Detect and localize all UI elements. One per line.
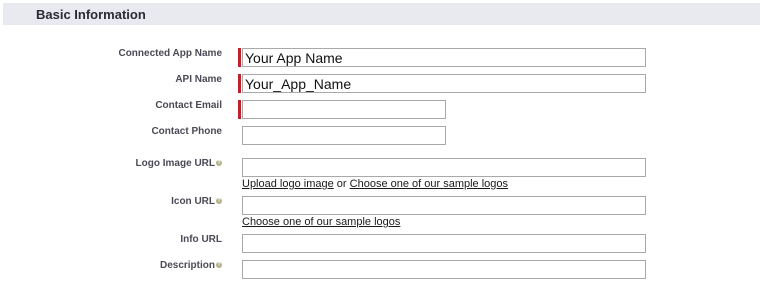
required-indicator bbox=[238, 48, 241, 67]
logo-image-url-input[interactable] bbox=[242, 158, 646, 177]
info-url-input[interactable] bbox=[242, 234, 646, 253]
choose-sample-logos-link[interactable]: Choose one of our sample logos bbox=[350, 178, 508, 190]
help-icon[interactable]: ? bbox=[216, 198, 222, 205]
description-label: Description? bbox=[160, 260, 222, 272]
contact-phone-label: Contact Phone bbox=[151, 126, 222, 138]
required-indicator bbox=[238, 74, 241, 93]
icon-url-label-text: Icon URL bbox=[171, 196, 215, 207]
icon-url-label: Icon URL? bbox=[171, 196, 222, 208]
info-url-label: Info URL bbox=[180, 234, 222, 246]
contact-phone-input[interactable] bbox=[242, 126, 446, 145]
contact-phone-label-text: Contact Phone bbox=[151, 126, 222, 137]
description-input[interactable] bbox=[242, 260, 646, 279]
upload-logo-image-link[interactable]: Upload logo image bbox=[242, 178, 334, 190]
connected-app-name-input[interactable] bbox=[242, 48, 646, 67]
logo-image-url-label: Logo Image URL? bbox=[136, 158, 222, 170]
contact-email-input[interactable] bbox=[242, 100, 446, 119]
api-name-input[interactable] bbox=[242, 74, 646, 93]
or-text: or bbox=[336, 178, 347, 190]
section-title: Basic Information bbox=[36, 7, 146, 22]
connected-app-name-label-text: Connected App Name bbox=[118, 48, 222, 59]
icon-url-helper: Choose one of our sample logos bbox=[242, 216, 400, 229]
logo-image-helper: Upload logo image or Choose one of our s… bbox=[242, 178, 508, 191]
help-icon[interactable]: ? bbox=[216, 160, 222, 167]
info-url-label-text: Info URL bbox=[180, 234, 222, 245]
logo-image-url-label-text: Logo Image URL bbox=[135, 158, 215, 169]
api-name-label-text: API Name bbox=[175, 74, 222, 85]
choose-sample-logos-link[interactable]: Choose one of our sample logos bbox=[242, 216, 400, 228]
description-label-text: Description bbox=[159, 260, 215, 271]
connected-app-name-label: Connected App Name bbox=[118, 48, 222, 60]
section-header: Basic Information bbox=[3, 3, 760, 25]
contact-email-label-text: Contact Email bbox=[155, 100, 222, 111]
required-indicator bbox=[238, 100, 241, 119]
contact-email-label: Contact Email bbox=[155, 100, 222, 112]
help-icon[interactable]: ? bbox=[216, 262, 222, 269]
icon-url-input[interactable] bbox=[242, 196, 646, 215]
api-name-label: API Name bbox=[175, 74, 222, 86]
